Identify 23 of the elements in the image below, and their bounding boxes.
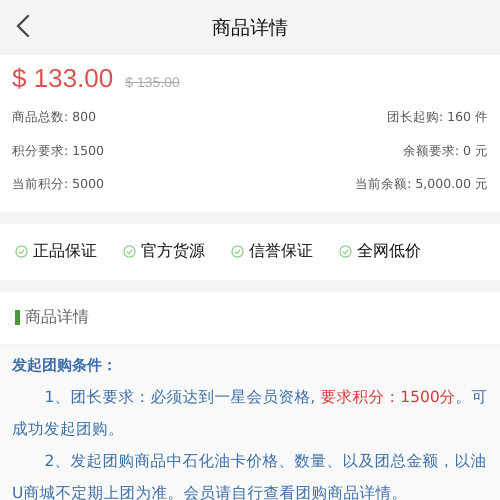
check-circle-icon	[15, 245, 28, 258]
details-paragraph: 2、发起团购商品中石化油卡价格、数量、以及团总金额，以油U商城不定期上团为准。会员请自行查看团购商品详情。	[12, 450, 488, 500]
check-circle-icon	[339, 245, 352, 258]
check-circle-icon	[123, 245, 136, 258]
info-label: 团长起购: 160 件	[386, 109, 488, 126]
check-circle-icon	[231, 245, 244, 258]
info-label: 余额要求: 0 元	[402, 142, 488, 160]
original-price: $ 135.00	[125, 74, 180, 90]
details-paragraph: 1、团长要求：必须达到一星会员资格, 要求积分：1500分。可成功发起团购。	[12, 386, 488, 440]
accent-bar	[15, 310, 20, 325]
guarantee-label: 正品保证	[33, 241, 97, 262]
guarantee-label: 官方货源	[141, 241, 205, 262]
back-icon[interactable]	[16, 14, 30, 38]
page-title: 商品详情	[212, 16, 288, 40]
guarantee-label: 全网低价	[357, 241, 421, 262]
guarantee-label: 信誉保证	[249, 241, 313, 262]
details-heading: 发起团购条件：	[12, 356, 118, 374]
info-label: 当前余额: 5,000.00 元	[355, 176, 488, 194]
info-label: 积分要求: 1500	[12, 142, 104, 160]
section-title: 商品详情	[25, 307, 89, 328]
info-label: 商品总数: 800	[12, 109, 96, 126]
current-price: $ 133.00	[12, 63, 114, 94]
info-label: 当前积分: 5000	[12, 176, 104, 194]
